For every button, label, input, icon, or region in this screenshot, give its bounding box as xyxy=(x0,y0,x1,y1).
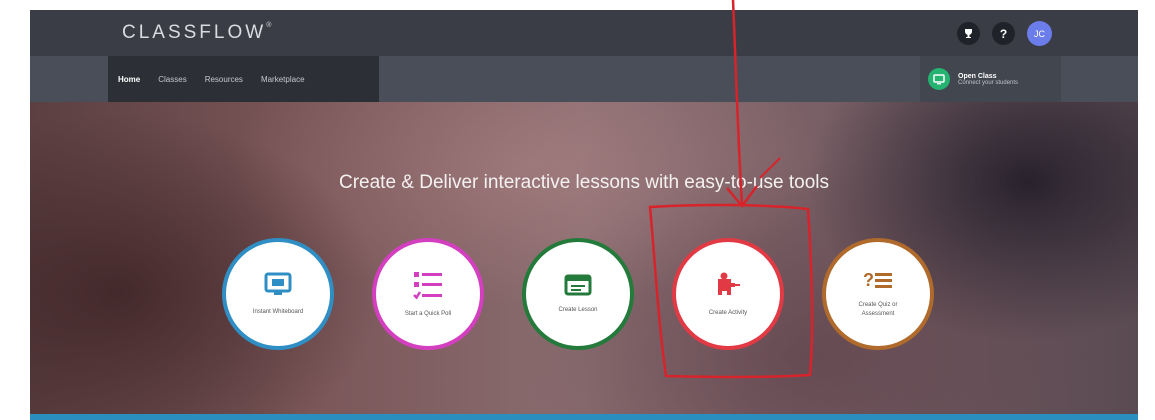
annotation-arrow-line xyxy=(731,0,744,206)
annotation-highlight-box xyxy=(648,203,814,379)
annotation-tick xyxy=(759,157,781,179)
hand-drawn-annotation xyxy=(648,0,814,379)
